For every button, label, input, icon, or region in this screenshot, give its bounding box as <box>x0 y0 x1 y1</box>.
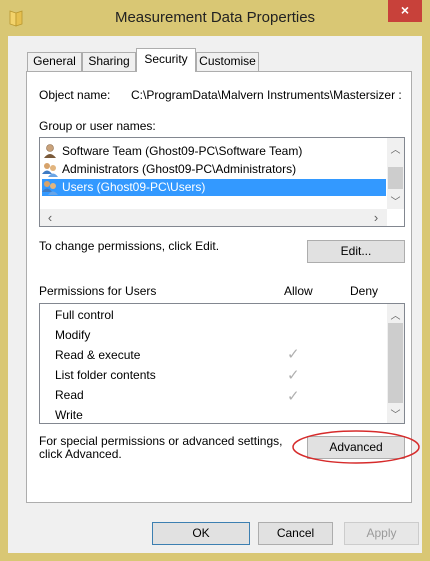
scroll-thumb[interactable] <box>388 323 403 403</box>
window-frame-left <box>0 36 8 561</box>
user-icon <box>44 144 56 158</box>
permission-read-execute: Read & execute <box>55 348 141 362</box>
tab-security[interactable]: Security <box>136 48 196 72</box>
tab-sharing[interactable]: Sharing <box>82 52 136 71</box>
group-user-list[interactable]: Software Team (Ghost09-PC\Software Team)… <box>39 137 405 227</box>
group-icon <box>42 163 58 177</box>
window-title: Measurement Data Properties <box>114 9 316 26</box>
ok-button[interactable]: OK <box>152 522 250 545</box>
group-name: Software Team (Ghost09-PC\Software Team) <box>62 144 303 158</box>
object-name-label: Object name: <box>39 88 111 102</box>
deny-column-header: Deny <box>350 284 379 298</box>
scroll-up-icon[interactable]: ︿ <box>387 307 404 322</box>
permission-list-folder-contents: List folder contents <box>55 368 156 382</box>
scroll-up-icon[interactable]: ︿ <box>387 141 404 156</box>
title-bar[interactable]: Measurement Data Properties × <box>0 0 430 36</box>
tab-customise[interactable]: Customise <box>196 52 259 71</box>
allow-check-icon: ✓ <box>287 367 300 384</box>
permission-write: Write <box>55 408 83 422</box>
permissions-vertical-scrollbar[interactable]: ︿ ﹀ <box>387 304 404 423</box>
group-list-horizontal-scrollbar[interactable]: ‹ › <box>40 209 387 226</box>
permission-read: Read <box>55 388 84 402</box>
tab-general[interactable]: General <box>27 52 82 71</box>
object-name-value: C:\ProgramData\Malvern Instruments\Maste… <box>131 88 402 102</box>
allow-check-icon: ✓ <box>287 346 300 363</box>
group-name: Users (Ghost09-PC\Users) <box>61 179 208 195</box>
cancel-button[interactable]: Cancel <box>258 522 333 545</box>
change-permissions-text: To change permissions, click Edit. <box>39 239 220 253</box>
special-permissions-text: For special permissions or advanced sett… <box>39 434 283 448</box>
permissions-list: Full control Modify Read & execute List … <box>39 303 405 424</box>
group-names-label: Group or user names: <box>39 119 156 133</box>
scroll-right-icon[interactable]: › <box>370 210 382 225</box>
permission-full-control: Full control <box>55 308 114 322</box>
allow-column-header: Allow <box>284 284 313 298</box>
scroll-left-icon[interactable]: ‹ <box>44 210 56 225</box>
permission-modify: Modify <box>55 328 91 342</box>
group-list-vertical-scrollbar[interactable]: ︿ ﹀ <box>387 138 404 209</box>
permissions-for-label: Permissions for Users <box>39 284 157 298</box>
red-highlight-ellipse <box>292 430 420 464</box>
edit-button[interactable]: Edit... <box>307 240 405 263</box>
apply-button[interactable]: Apply <box>344 522 419 545</box>
close-button[interactable]: × <box>388 0 422 22</box>
group-icon <box>42 181 58 195</box>
scroll-down-icon[interactable]: ﹀ <box>387 193 404 208</box>
window-frame-bottom <box>0 553 430 561</box>
scroll-thumb[interactable] <box>388 167 403 189</box>
properties-window: Measurement Data Properties × General Sh… <box>0 0 430 561</box>
folder-icon <box>9 10 23 27</box>
special-permissions-text-line2: click Advanced. <box>39 447 122 461</box>
allow-check-icon: ✓ <box>287 388 300 405</box>
group-name: Administrators (Ghost09-PC\Administrator… <box>62 162 297 176</box>
scroll-down-icon[interactable]: ﹀ <box>387 406 404 421</box>
window-frame-right <box>422 36 430 561</box>
